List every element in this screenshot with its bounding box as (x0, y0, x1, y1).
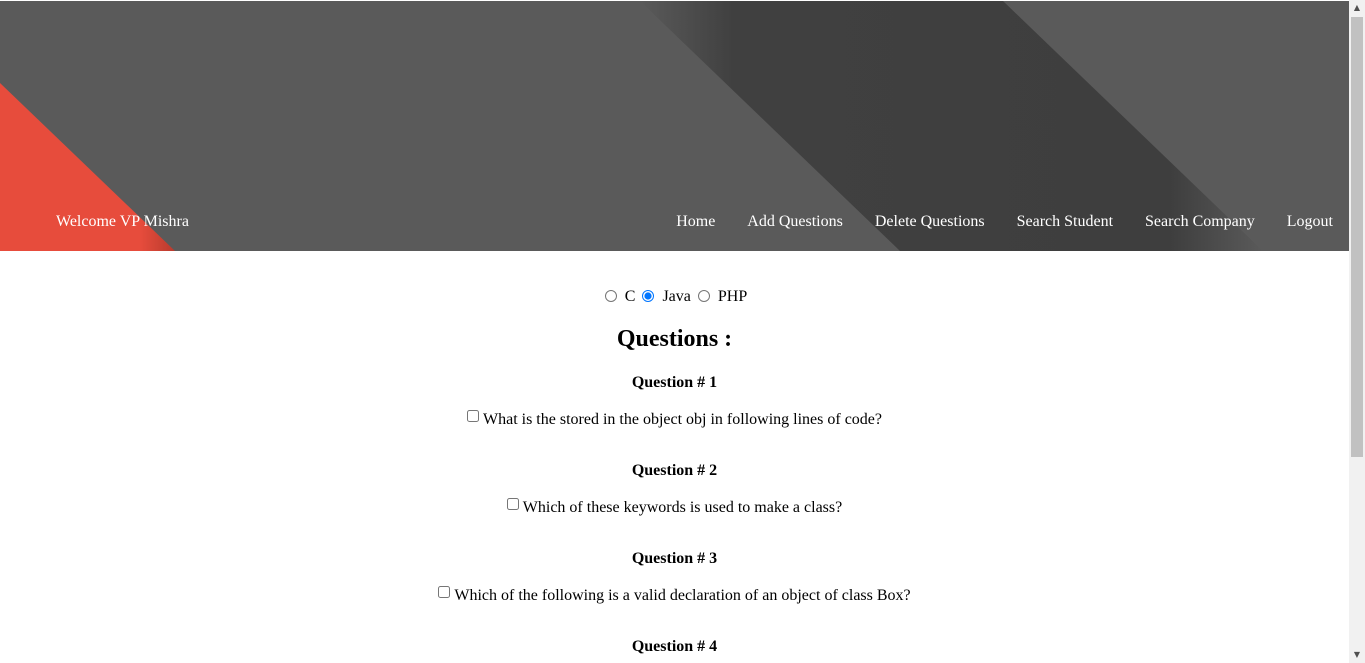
nav-home[interactable]: Home (676, 213, 715, 231)
question-title-1: Question # 1 (631, 374, 718, 391)
question-item-1: What is the stored in the object obj in … (0, 410, 1349, 429)
question-checkbox-2[interactable] (506, 498, 519, 510)
vertical-scrollbar[interactable]: ▲ ▼ (1349, 0, 1365, 663)
question-checkbox-1[interactable] (466, 410, 479, 422)
question-text-2: Which of these keywords is used to make … (522, 499, 843, 516)
radio-php[interactable] (697, 290, 710, 302)
radio-c[interactable] (604, 290, 617, 302)
question-checkbox-3[interactable] (438, 586, 451, 598)
question-item-3: Which of the following is a valid declar… (0, 586, 1349, 605)
question-title-2: Question # 2 (631, 462, 718, 479)
scroll-down-icon[interactable]: ▼ (1349, 647, 1365, 663)
nav-logout[interactable]: Logout (1287, 213, 1333, 231)
questions-heading: Questions : (616, 326, 733, 352)
radio-label-java: Java (662, 288, 691, 305)
radio-label-php: PHP (717, 288, 748, 305)
question-item-2: Which of these keywords is used to make … (0, 498, 1349, 517)
welcome-text: Welcome VP Mishra (56, 213, 189, 230)
question-title-4: Question # 4 (631, 638, 718, 655)
main-nav: Home Add Questions Delete Questions Sear… (644, 213, 1333, 231)
scroll-up-icon[interactable]: ▲ (1349, 0, 1365, 16)
nav-delete-questions[interactable]: Delete Questions (875, 213, 985, 231)
question-title-3: Question # 3 (631, 550, 718, 567)
scroll-thumb[interactable] (1351, 17, 1363, 457)
question-text-1: What is the stored in the object obj in … (482, 411, 882, 428)
radio-label-c: C (624, 288, 636, 305)
language-selector: C Java PHP (0, 287, 1349, 307)
radio-java[interactable] (642, 290, 655, 302)
question-text-3: Which of the following is a valid declar… (454, 587, 911, 604)
nav-search-student[interactable]: Search Student (1017, 213, 1113, 231)
nav-search-company[interactable]: Search Company (1145, 213, 1255, 231)
header-banner: Welcome VP Mishra Home Add Questions Del… (0, 1, 1349, 251)
page: Welcome VP Mishra Home Add Questions Del… (0, 0, 1349, 663)
nav-add-questions[interactable]: Add Questions (747, 213, 843, 231)
